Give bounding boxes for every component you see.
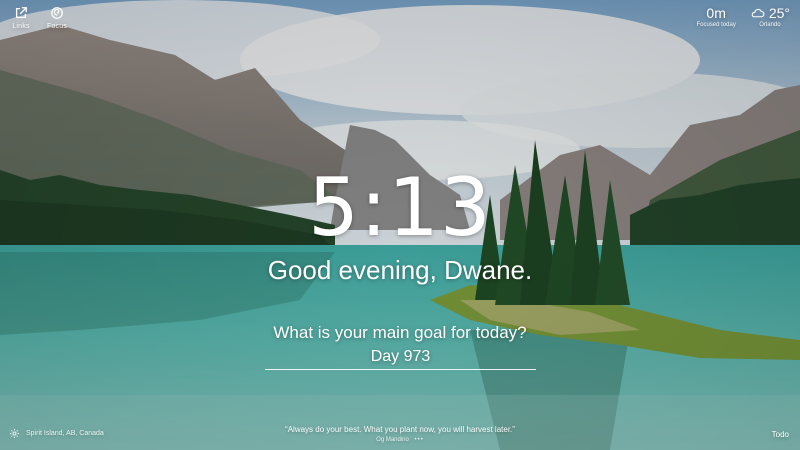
quote-block: “Always do your best. What you plant now… bbox=[0, 425, 800, 445]
links-button[interactable]: Links bbox=[8, 6, 34, 30]
weather-widget[interactable]: 25° Orlando bbox=[750, 5, 790, 28]
goal-prompt: What is your main goal for today? bbox=[273, 323, 527, 342]
weather-location: Orlando bbox=[759, 22, 781, 28]
weather-temperature: 25° bbox=[768, 5, 790, 21]
focus-time-label: Focused today bbox=[696, 22, 736, 28]
clock: 5:13 bbox=[308, 161, 492, 254]
focus-label: Focus bbox=[46, 23, 68, 30]
todo-button[interactable]: Todo bbox=[772, 430, 789, 439]
links-label: Links bbox=[12, 23, 30, 30]
focus-time-widget[interactable]: 0m Focused today bbox=[696, 5, 735, 28]
quote-author: Og Mandino bbox=[376, 437, 409, 443]
external-link-icon bbox=[15, 7, 27, 19]
new-tab-dashboard: Links Focus 0m Focused today 25° Orlando bbox=[0, 0, 800, 450]
goal-input-wrapper bbox=[265, 346, 536, 370]
focus-time-value: 0m bbox=[706, 5, 726, 21]
focus-spiral-icon bbox=[51, 7, 63, 19]
quote-more-button[interactable]: ••• bbox=[415, 437, 424, 443]
greeting: Good evening, Dwane. bbox=[267, 255, 533, 285]
weather-row: 25° bbox=[750, 5, 790, 21]
cloud-icon bbox=[750, 7, 765, 19]
goal-input[interactable] bbox=[265, 346, 536, 368]
quote-author-row: Og Mandino ••• bbox=[0, 436, 800, 445]
top-right-widgets: 0m Focused today 25° Orlando bbox=[696, 5, 790, 28]
quote-text[interactable]: “Always do your best. What you plant now… bbox=[0, 425, 800, 435]
top-left-widgets: Links Focus bbox=[8, 6, 70, 30]
focus-button[interactable]: Focus bbox=[44, 6, 70, 30]
